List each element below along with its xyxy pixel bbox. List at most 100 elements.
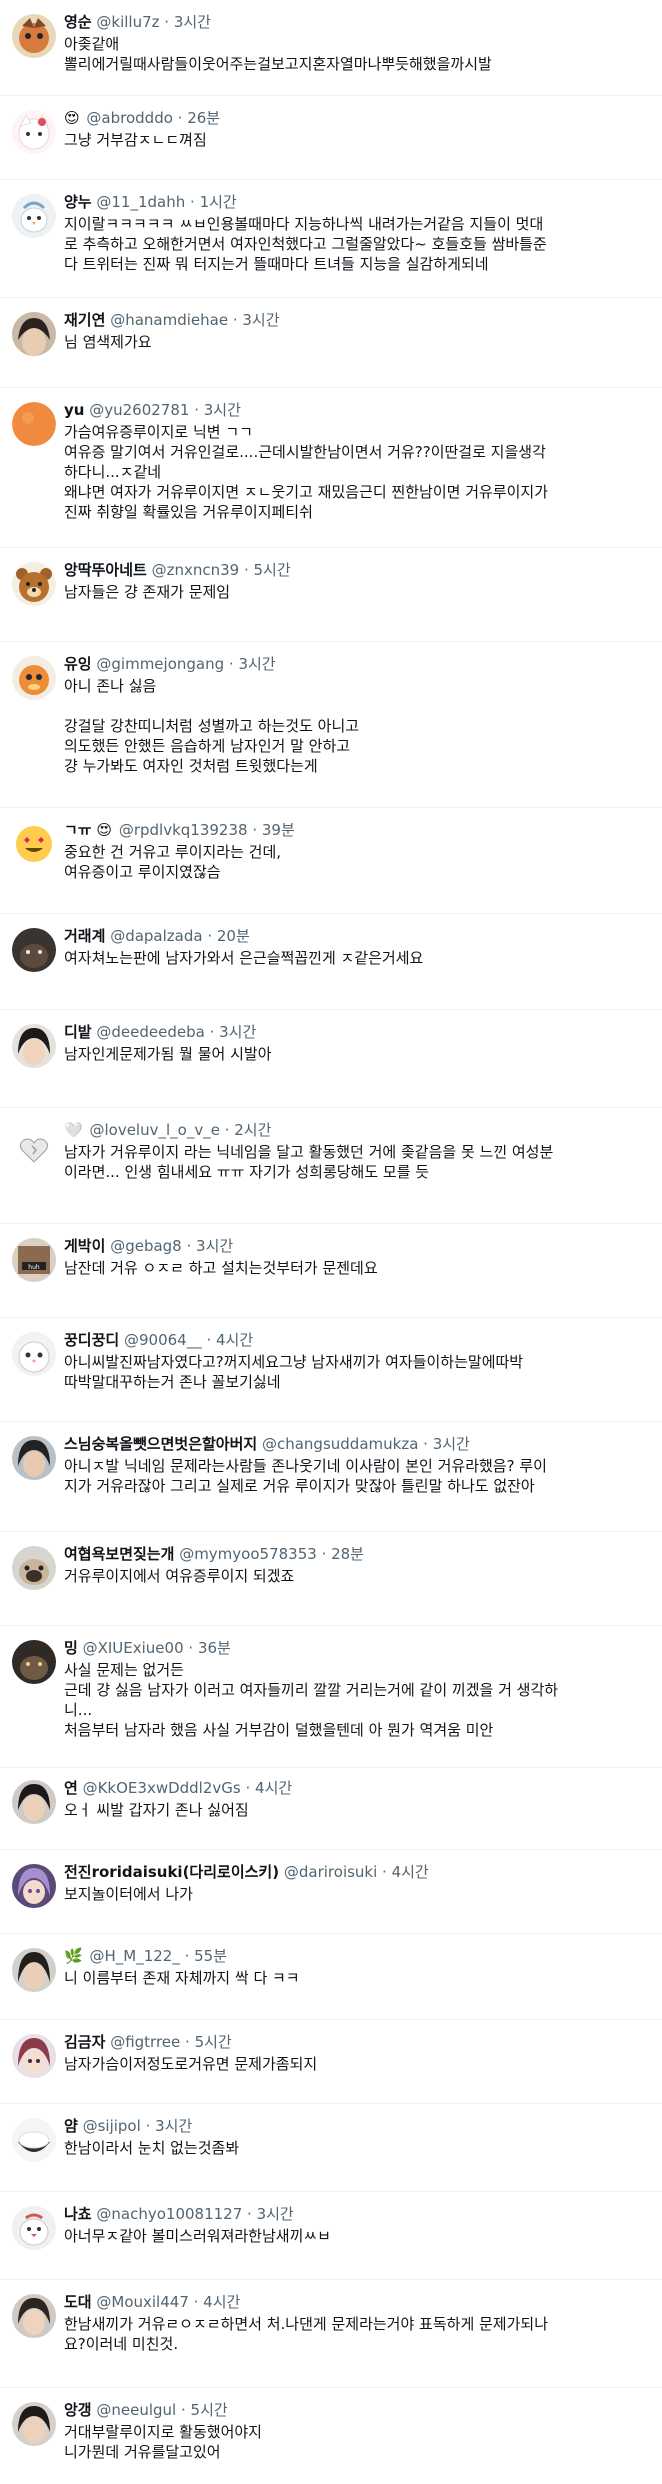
reply-tweet[interactable]: ㄱㅠ 😍 @rpdlvkq139238 · 39분 중요한 건 거유고 루이지라… (0, 808, 662, 914)
handle[interactable]: @killu7z (96, 13, 159, 31)
timestamp[interactable]: 1시간 (200, 193, 237, 211)
avatar[interactable] (12, 1436, 56, 1480)
handle[interactable]: @nachyo10081127 (96, 2205, 242, 2223)
display-name[interactable]: 스님숭복올뺏으면벗은할아버지 (64, 1435, 257, 1453)
handle[interactable]: @dapalzada (110, 927, 202, 945)
timestamp[interactable]: 5시간 (191, 2401, 228, 2419)
handle[interactable]: @11_1dahh (96, 193, 185, 211)
display-name[interactable]: 양누 (64, 193, 92, 211)
avatar[interactable] (12, 1128, 56, 1172)
avatar[interactable] (12, 656, 56, 700)
handle[interactable]: @znxncn39 (152, 561, 240, 579)
display-name[interactable]: 전진roridaisuki(다리로이스키) (64, 1863, 279, 1881)
timestamp[interactable]: 3시간 (196, 1237, 233, 1255)
reply-tweet[interactable]: 거래계 @dapalzada · 20분 여자쳐노는판에 남자가와서 은근슬쩍꼽… (0, 914, 662, 1010)
timestamp[interactable]: 2시간 (234, 1121, 271, 1139)
timestamp[interactable]: 3시간 (174, 13, 211, 31)
timestamp[interactable]: 3시간 (433, 1435, 470, 1453)
handle[interactable]: @loveluv_l_o_v_e (89, 1121, 219, 1139)
display-name[interactable]: 유잉 (64, 655, 92, 673)
timestamp[interactable]: 55분 (194, 1947, 227, 1965)
handle[interactable]: @Mouxil447 (96, 2293, 188, 2311)
avatar[interactable] (12, 1864, 56, 1908)
reply-tweet[interactable]: 앙딱뚜아네트 @znxncn39 · 5시간 남자들은 걍 존재가 문제임 (0, 548, 662, 642)
avatar[interactable] (12, 1780, 56, 1824)
reply-tweet[interactable]: 😍 @abrodddo · 26분 그냥 거부감ㅈㄴㄷ껴짐 (0, 96, 662, 180)
display-name[interactable]: 연 (64, 1779, 78, 1797)
avatar[interactable] (12, 110, 56, 154)
timestamp[interactable]: 5시간 (195, 2033, 232, 2051)
handle[interactable]: @deedeedeba (96, 1023, 204, 1041)
reply-tweet[interactable]: yu @yu2602781 · 3시간 가슴여유증루이지로 닉변 ㄱㄱ 여유증 … (0, 388, 662, 548)
avatar[interactable] (12, 1948, 56, 1992)
display-name[interactable]: 얌 (64, 2117, 78, 2135)
display-name[interactable]: 꿍디꿍디 (64, 1331, 119, 1349)
reply-tweet[interactable]: 앙갱 @neeulgul · 5시간 거대부랄루이지로 활동했어야지 니가뭔데 … (0, 2388, 662, 2484)
reply-tweet[interactable]: 재기연 @hanamdiehae · 3시간 님 염색제가요 (0, 298, 662, 388)
timestamp[interactable]: 36분 (198, 1639, 231, 1657)
timestamp[interactable]: 3시간 (204, 401, 241, 419)
avatar[interactable] (12, 1332, 56, 1376)
handle[interactable]: @changsuddamukza (262, 1435, 418, 1453)
reply-tweet[interactable]: 🌿 @H_M_122_ · 55분 니 이름부터 존재 자체까지 싹 다 ㅋㅋ (0, 1934, 662, 2020)
avatar[interactable] (12, 1546, 56, 1590)
display-name[interactable]: 디밭 (64, 1023, 92, 1041)
display-name[interactable]: 밍 (64, 1639, 78, 1657)
avatar[interactable] (12, 1640, 56, 1684)
display-name[interactable]: 도대 (64, 2293, 92, 2311)
display-name[interactable]: 나쵸 (64, 2205, 92, 2223)
display-name[interactable]: yu (64, 401, 84, 419)
reply-tweet[interactable]: 나쵸 @nachyo10081127 · 3시간 아너무ㅈ같아 볼미스러워져라한… (0, 2192, 662, 2280)
handle[interactable]: @KkOE3xwDddl2vGs (83, 1779, 241, 1797)
handle[interactable]: @yu2602781 (89, 401, 189, 419)
avatar[interactable] (12, 2294, 56, 2338)
display-name[interactable]: 영순 (64, 13, 92, 31)
display-name[interactable]: 게박이 (64, 1237, 105, 1255)
reply-tweet[interactable]: 디밭 @deedeedeba · 3시간 남자인게문제가됨 뭘 물어 시발아 (0, 1010, 662, 1108)
reply-tweet[interactable]: huh 게박이 @gebag8 · 3시간 남잔데 거유 ㅇㅈㄹ 하고 설치는것… (0, 1224, 662, 1318)
display-name[interactable]: 김금자 (64, 2033, 105, 2051)
handle[interactable]: @90064__ (124, 1331, 202, 1349)
reply-tweet[interactable]: 도대 @Mouxil447 · 4시간 한남새끼가 거유ㄹㅇㅈㄹ하면서 처.나댄… (0, 2280, 662, 2388)
handle[interactable]: @sijipol (83, 2117, 141, 2135)
avatar[interactable] (12, 2402, 56, 2446)
handle[interactable]: @gimmejongang (96, 655, 224, 673)
reply-tweet[interactable]: 영순 @killu7z · 3시간 아좆같애 뽈리에거릴때사람들이웃어주는걸보고… (0, 0, 662, 96)
timestamp[interactable]: 3시간 (219, 1023, 256, 1041)
reply-tweet[interactable]: 밍 @XIUExiue00 · 36분 사실 문제는 없거든 근데 걍 싫음 남… (0, 1626, 662, 1768)
timestamp[interactable]: 39분 (262, 821, 295, 839)
timestamp[interactable]: 3시간 (238, 655, 275, 673)
handle[interactable]: @neeulgul (96, 2401, 176, 2419)
avatar[interactable] (12, 14, 56, 58)
handle[interactable]: @rpdlvkq139238 (119, 821, 248, 839)
display-name[interactable]: 여협욕보면짖는개 (64, 1545, 174, 1563)
display-name[interactable]: 앙딱뚜아네트 (64, 561, 147, 579)
timestamp[interactable]: 4시간 (203, 2293, 240, 2311)
reply-tweet[interactable]: 꿍디꿍디 @90064__ · 4시간 아니씨발진짜남자였다고?꺼지세요그냥 남… (0, 1318, 662, 1422)
display-name[interactable]: 거래계 (64, 927, 105, 945)
reply-tweet[interactable]: 얌 @sijipol · 3시간 한남이라서 눈치 없는것좀봐 (0, 2104, 662, 2192)
handle[interactable]: @mymyoo578353 (179, 1545, 317, 1563)
avatar[interactable] (12, 928, 56, 972)
display-name[interactable]: ㄱㅠ (64, 821, 92, 839)
handle[interactable]: @XIUExiue00 (83, 1639, 184, 1657)
avatar[interactable] (12, 822, 56, 866)
handle[interactable]: @abrodddo (86, 109, 172, 127)
handle[interactable]: @gebag8 (110, 1237, 182, 1255)
reply-tweet[interactable]: 연 @KkOE3xwDddl2vGs · 4시간 오ㅓ 씨발 갑자기 존나 싫어… (0, 1768, 662, 1850)
timestamp[interactable]: 5시간 (254, 561, 291, 579)
avatar[interactable] (12, 2206, 56, 2250)
timestamp[interactable]: 4시간 (255, 1779, 292, 1797)
reply-tweet[interactable]: 스님숭복올뺏으면벗은할아버지 @changsuddamukza · 3시간 아니… (0, 1422, 662, 1532)
timestamp[interactable]: 28분 (331, 1545, 364, 1563)
avatar[interactable] (12, 312, 56, 356)
timestamp[interactable]: 3시간 (155, 2117, 192, 2135)
handle[interactable]: @figtrree (110, 2033, 180, 2051)
handle[interactable]: @dariroisuki (284, 1863, 377, 1881)
display-name[interactable]: 재기연 (64, 311, 105, 329)
reply-tweet[interactable]: 전진roridaisuki(다리로이스키) @dariroisuki · 4시간… (0, 1850, 662, 1934)
timestamp[interactable]: 4시간 (392, 1863, 429, 1881)
reply-tweet[interactable]: 유잉 @gimmejongang · 3시간 아니 존나 싫음 강걸달 강찬띠니… (0, 642, 662, 808)
timestamp[interactable]: 26분 (187, 109, 220, 127)
timestamp[interactable]: 20분 (217, 927, 250, 945)
